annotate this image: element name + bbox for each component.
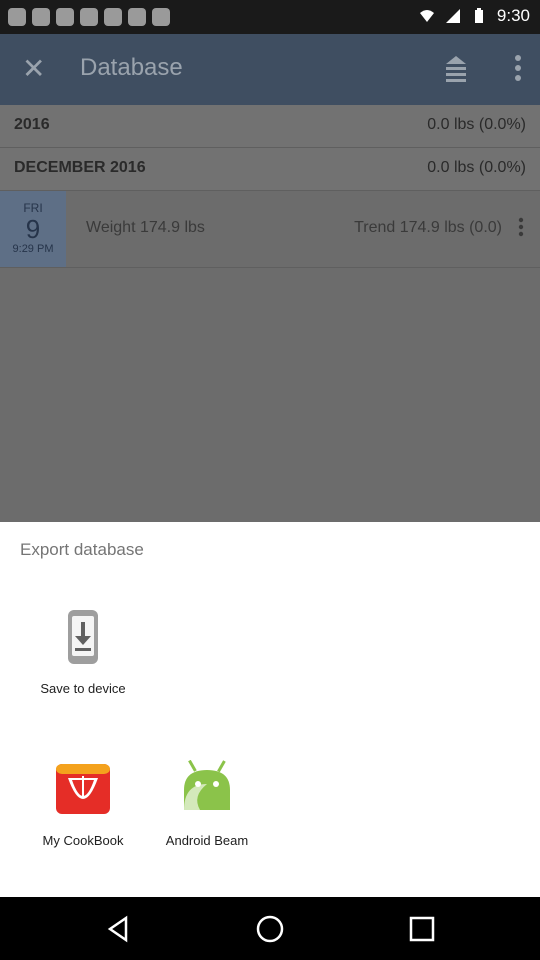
status-bar: 9:30 (0, 0, 540, 34)
date-badge: FRI 9 9:29 PM (0, 191, 66, 267)
year-change: 0.0 lbs (0.0%) (427, 116, 526, 133)
app-notification-icon (152, 8, 170, 26)
home-icon[interactable] (255, 914, 285, 944)
save-to-device-option[interactable]: Save to device (23, 608, 143, 696)
trend-value: Trend 174.9 lbs (0.0) (354, 219, 502, 236)
my-cookbook-label: My CookBook (42, 833, 124, 848)
close-icon[interactable]: ✕ (22, 54, 52, 84)
month-header: DECEMBER 2016 0.0 lbs (0.0%) (0, 148, 540, 191)
year-header: 2016 0.0 lbs (0.0%) (0, 105, 540, 148)
back-icon[interactable] (104, 915, 132, 943)
page-title: Database (80, 54, 183, 81)
android-beam-icon (184, 759, 230, 810)
app-notification-icon (80, 8, 98, 26)
navigation-bar (0, 897, 540, 960)
more-options-icon[interactable] (514, 54, 522, 82)
android-beam-label: Android Beam (165, 833, 249, 848)
day-number: 9 (25, 214, 41, 244)
row-menu-icon[interactable] (518, 217, 524, 237)
recents-icon[interactable] (408, 915, 436, 943)
my-cookbook-option[interactable]: My CookBook (23, 760, 143, 848)
sheet-title: Export database (20, 540, 144, 559)
battery-icon (474, 8, 483, 23)
year-label: 2016 (14, 116, 50, 133)
cookbook-icon (56, 764, 110, 814)
database-list: 2016 0.0 lbs (0.0%) DECEMBER 2016 0.0 lb… (0, 105, 540, 522)
signal-icon (445, 9, 460, 23)
app-notification-icon (56, 8, 74, 26)
app-notification-icon (128, 8, 146, 26)
status-time: 9:30 (496, 6, 530, 25)
app-bar: ✕ Database (0, 34, 540, 105)
notification-icons (8, 8, 170, 26)
wifi-icon (419, 10, 434, 22)
sort-icon[interactable] (442, 54, 470, 82)
month-change: 0.0 lbs (0.0%) (427, 159, 526, 176)
day-of-week: FRI (23, 201, 43, 215)
app-notification-icon (32, 8, 50, 26)
entry-time: 9:29 PM (12, 243, 54, 255)
table-row[interactable]: FRI 9 9:29 PM Weight 174.9 lbs Trend 174… (0, 191, 540, 268)
app-notification-icon (8, 8, 26, 26)
month-label: DECEMBER 2016 (14, 159, 146, 176)
app-notification-icon (104, 8, 122, 26)
weight-value: Weight 174.9 lbs (86, 219, 205, 236)
android-beam-option[interactable]: Android Beam (147, 759, 267, 848)
export-sheet: Export database Save to device My CookBo… (0, 522, 540, 897)
phone-download-icon (68, 610, 98, 664)
save-to-device-label: Save to device (40, 681, 126, 696)
